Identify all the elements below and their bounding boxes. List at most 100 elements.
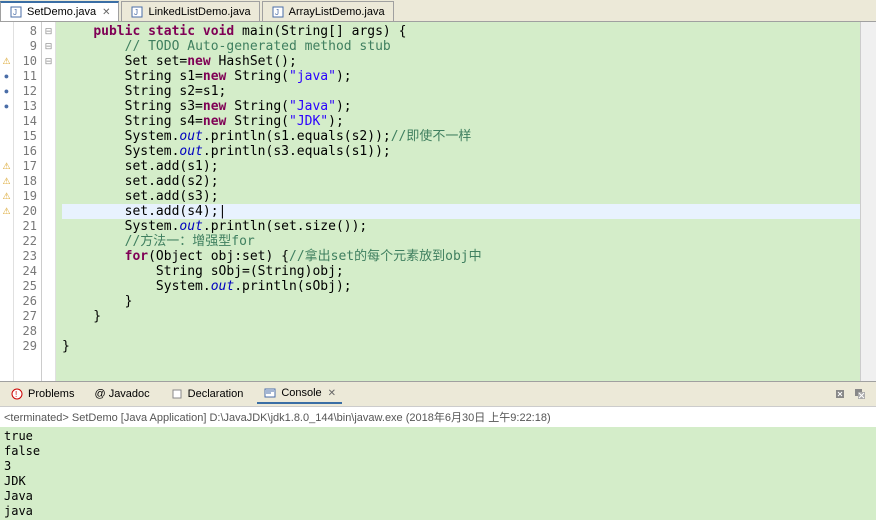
code-line[interactable] bbox=[62, 324, 860, 339]
line-number: 27 bbox=[14, 309, 37, 324]
code-line[interactable]: String s3=new String("Java"); bbox=[62, 99, 860, 114]
line-number: 15 bbox=[14, 129, 37, 144]
code-line[interactable]: System.out.println(sObj); bbox=[62, 279, 860, 294]
fold-toggle-icon[interactable]: ⊟ bbox=[42, 24, 55, 39]
marker-empty bbox=[0, 324, 13, 339]
code-line[interactable]: for(Object obj:set) {//拿出set的每个元素放到obj中 bbox=[62, 249, 860, 264]
marker-empty bbox=[0, 249, 13, 264]
tab-problems[interactable]: ! Problems bbox=[4, 385, 80, 403]
remove-all-icon[interactable] bbox=[852, 386, 868, 402]
line-number: 9 bbox=[14, 39, 37, 54]
code-area[interactable]: public static void main(String[] args) {… bbox=[56, 22, 860, 381]
tab-setdemo[interactable]: J SetDemo.java ✕ bbox=[0, 1, 119, 21]
line-number: 29 bbox=[14, 339, 37, 354]
tab-console[interactable]: Console ✕ bbox=[257, 384, 342, 404]
terminated-line: <terminated> SetDemo [Java Application] … bbox=[0, 406, 876, 427]
java-file-icon: J bbox=[130, 5, 144, 19]
breakpoint-marker[interactable]: ● bbox=[0, 84, 13, 99]
line-number: 24 bbox=[14, 264, 37, 279]
marker-empty bbox=[0, 279, 13, 294]
marker-empty bbox=[0, 309, 13, 324]
warning-marker[interactable]: ⚠ bbox=[0, 159, 13, 174]
code-line[interactable]: set.add(s4);| bbox=[62, 204, 860, 219]
code-line[interactable]: System.out.println(s1.equals(s2));//即使不一… bbox=[62, 129, 860, 144]
code-line[interactable]: } bbox=[62, 339, 860, 354]
vertical-scrollbar[interactable] bbox=[860, 22, 876, 381]
svg-text:J: J bbox=[275, 8, 279, 17]
marker-column: ⚠●●●⚠⚠⚠⚠ bbox=[0, 22, 14, 381]
tab-declaration[interactable]: Declaration bbox=[164, 385, 250, 403]
code-line[interactable]: set.add(s2); bbox=[62, 174, 860, 189]
code-line[interactable]: String s1=new String("java"); bbox=[62, 69, 860, 84]
console-line: false bbox=[4, 444, 872, 459]
fold-toggle-icon[interactable]: ⊟ bbox=[42, 39, 55, 54]
code-editor: ⚠●●●⚠⚠⚠⚠ 8910111213141516171819202122232… bbox=[0, 22, 876, 382]
console-line: Java bbox=[4, 489, 872, 504]
warning-marker[interactable]: ⚠ bbox=[0, 174, 13, 189]
console-line: JDK bbox=[4, 474, 872, 489]
tab-label: ArrayListDemo.java bbox=[289, 6, 385, 18]
code-line[interactable]: // TODO Auto-generated method stub bbox=[62, 39, 860, 54]
marker-empty bbox=[0, 24, 13, 39]
console-output[interactable]: truefalse3JDKJavajava bbox=[0, 427, 876, 520]
line-number: 8 bbox=[14, 24, 37, 39]
code-line[interactable]: } bbox=[62, 294, 860, 309]
marker-empty bbox=[0, 129, 13, 144]
declaration-icon bbox=[170, 387, 184, 401]
btab-label: @ Javadoc bbox=[94, 388, 149, 400]
line-number: 28 bbox=[14, 324, 37, 339]
code-line[interactable]: System.out.println(set.size()); bbox=[62, 219, 860, 234]
marker-empty bbox=[0, 114, 13, 129]
bottom-panel: ! Problems @ Javadoc Declaration Console… bbox=[0, 382, 876, 520]
java-file-icon: J bbox=[9, 5, 23, 19]
code-line[interactable]: String s4=new String("JDK"); bbox=[62, 114, 860, 129]
code-line[interactable]: public static void main(String[] args) { bbox=[62, 24, 860, 39]
line-number: 25 bbox=[14, 279, 37, 294]
line-number: 26 bbox=[14, 294, 37, 309]
bottom-tabs: ! Problems @ Javadoc Declaration Console… bbox=[0, 382, 876, 406]
marker-empty bbox=[0, 264, 13, 279]
warning-marker[interactable]: ⚠ bbox=[0, 204, 13, 219]
code-line[interactable]: Set set=new HashSet(); bbox=[62, 54, 860, 69]
console-line: 3 bbox=[4, 459, 872, 474]
svg-text:J: J bbox=[13, 8, 17, 17]
code-line[interactable]: set.add(s1); bbox=[62, 159, 860, 174]
marker-empty bbox=[0, 294, 13, 309]
line-number: 17 bbox=[14, 159, 37, 174]
fold-toggle-icon[interactable]: ⊟ bbox=[42, 54, 55, 69]
line-number: 11 bbox=[14, 69, 37, 84]
code-line[interactable]: } bbox=[62, 309, 860, 324]
line-number: 21 bbox=[14, 219, 37, 234]
marker-empty bbox=[0, 339, 13, 354]
breakpoint-marker[interactable]: ● bbox=[0, 69, 13, 84]
marker-empty bbox=[0, 219, 13, 234]
breakpoint-marker[interactable]: ● bbox=[0, 99, 13, 114]
java-file-icon: J bbox=[271, 5, 285, 19]
code-line[interactable]: System.out.println(s3.equals(s1)); bbox=[62, 144, 860, 159]
close-icon[interactable]: ✕ bbox=[328, 388, 336, 399]
tab-label: LinkedListDemo.java bbox=[148, 6, 250, 18]
tab-label: SetDemo.java bbox=[27, 6, 96, 18]
close-icon[interactable]: ✕ bbox=[102, 7, 110, 18]
code-line[interactable]: String s2=s1; bbox=[62, 84, 860, 99]
btab-label: Declaration bbox=[188, 388, 244, 400]
problems-icon: ! bbox=[10, 387, 24, 401]
console-icon bbox=[263, 386, 277, 400]
line-number: 23 bbox=[14, 249, 37, 264]
line-number: 16 bbox=[14, 144, 37, 159]
tab-javadoc[interactable]: @ Javadoc bbox=[88, 386, 155, 402]
warning-marker[interactable]: ⚠ bbox=[0, 189, 13, 204]
code-line[interactable]: //方法一：增强型for bbox=[62, 234, 860, 249]
tab-arraylistdemo[interactable]: J ArrayListDemo.java bbox=[262, 1, 394, 21]
line-number: 22 bbox=[14, 234, 37, 249]
line-number: 10 bbox=[14, 54, 37, 69]
console-line: true bbox=[4, 429, 872, 444]
code-line[interactable]: String sObj=(String)obj; bbox=[62, 264, 860, 279]
warning-marker[interactable]: ⚠ bbox=[0, 54, 13, 69]
line-number: 12 bbox=[14, 84, 37, 99]
console-toolbar bbox=[832, 386, 872, 402]
btab-label: Problems bbox=[28, 388, 74, 400]
code-line[interactable]: set.add(s3); bbox=[62, 189, 860, 204]
remove-launch-icon[interactable] bbox=[832, 386, 848, 402]
tab-linkedlistdemo[interactable]: J LinkedListDemo.java bbox=[121, 1, 259, 21]
